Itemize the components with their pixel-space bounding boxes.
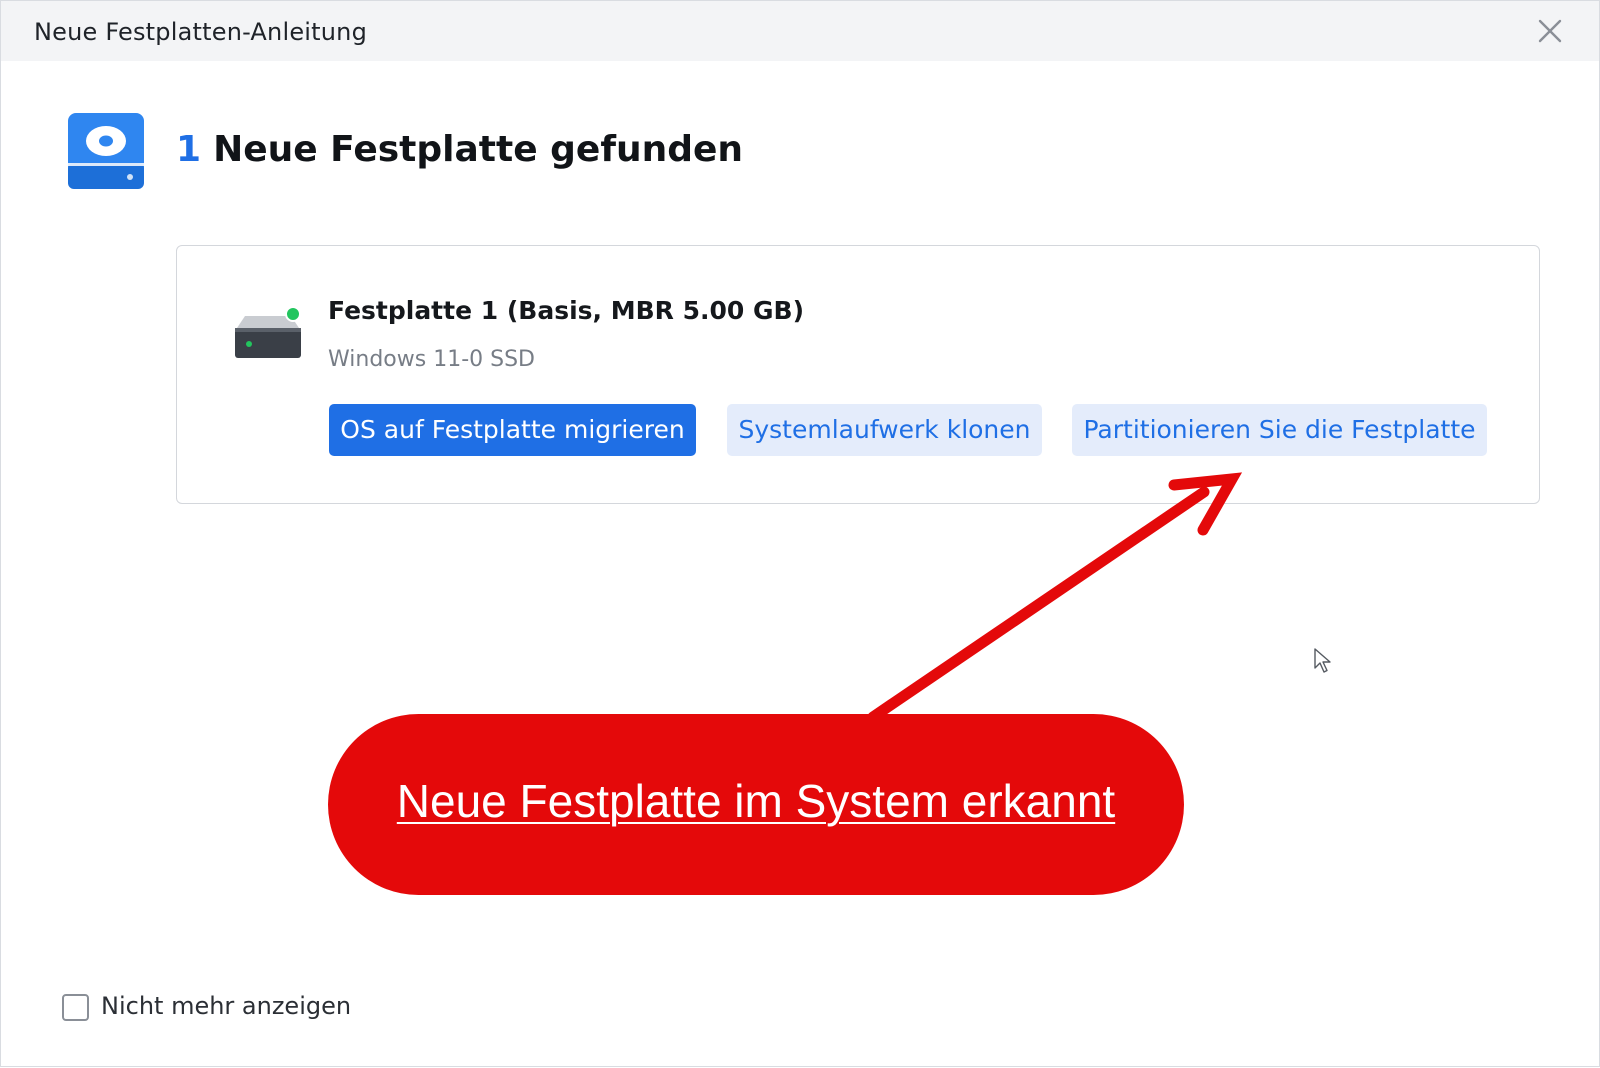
dont-show-again-label[interactable]: Nicht mehr anzeigen <box>101 992 351 1020</box>
title-bar: Neue Festplatten-Anleitung <box>1 1 1599 61</box>
disk-count: 1 <box>176 129 202 170</box>
disk-icon <box>68 113 144 189</box>
heading-text: Neue Festplatte gefunden <box>213 129 744 170</box>
hard-drive-icon <box>235 306 301 358</box>
clone-system-drive-button[interactable]: Systemlaufwerk klonen <box>727 404 1042 456</box>
disk-subtitle: Windows 11-0 SSD <box>328 347 535 372</box>
disk-card: Festplatte 1 (Basis, MBR 5.00 GB) Window… <box>176 245 1540 504</box>
close-icon[interactable] <box>1536 17 1564 45</box>
dont-show-again-checkbox[interactable] <box>62 994 89 1021</box>
migrate-os-button[interactable]: OS auf Festplatte migrieren <box>329 404 696 456</box>
dialog-window: Neue Festplatten-Anleitung 1 Neue Festpla… <box>0 0 1600 1067</box>
annotation-text: Neue Festplatte im System erkannt <box>396 775 1116 827</box>
partition-disk-button[interactable]: Partitionieren Sie die Festplatte <box>1072 404 1487 456</box>
annotation-callout: Neue Festplatte im System erkannt <box>328 714 1184 895</box>
disk-name: Festplatte 1 (Basis, MBR 5.00 GB) <box>328 296 805 325</box>
page-heading: 1 Neue Festplatte gefunden <box>176 129 743 170</box>
window-title: Neue Festplatten-Anleitung <box>34 18 368 46</box>
mouse-cursor-icon <box>1314 648 1331 673</box>
